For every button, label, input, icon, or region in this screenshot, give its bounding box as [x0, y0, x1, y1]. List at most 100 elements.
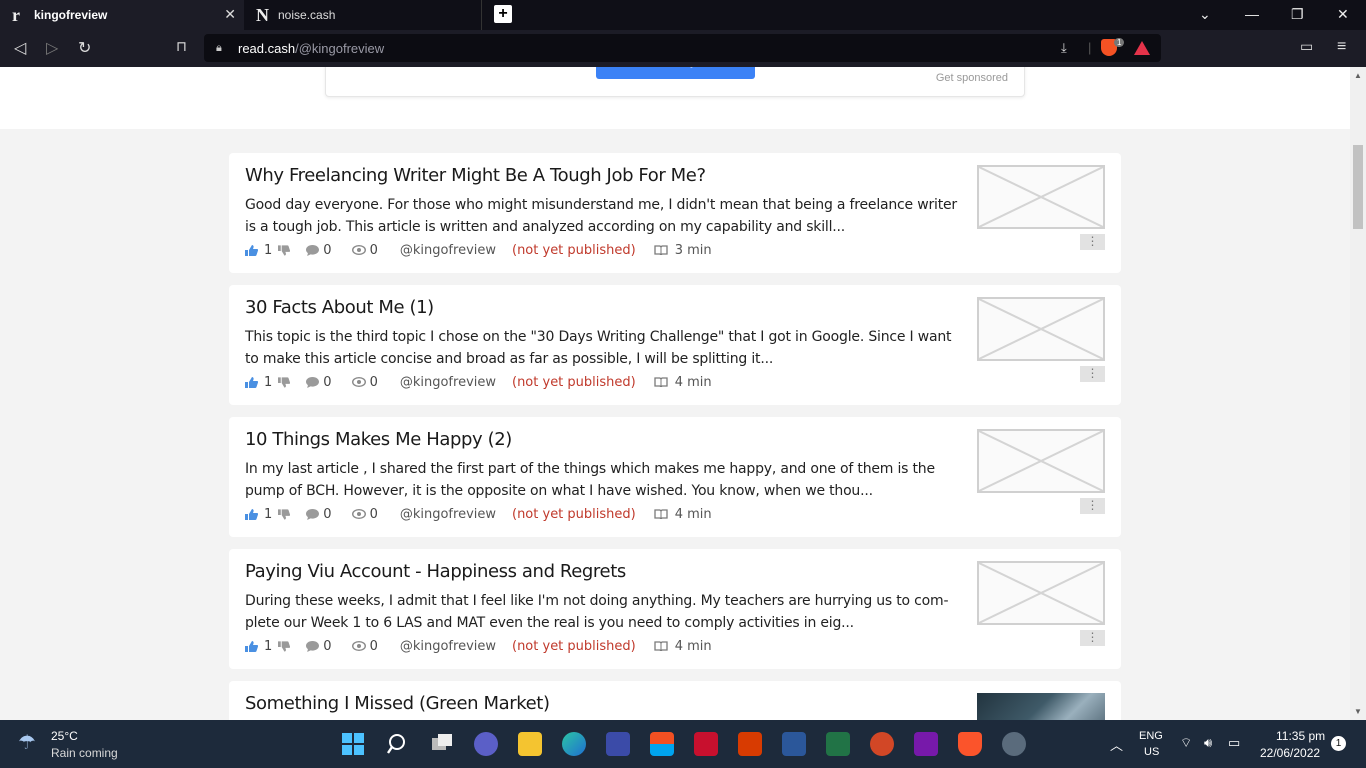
- author-link[interactable]: @kingofreview: [400, 639, 496, 654]
- article-menu-button[interactable]: ⋮: [1080, 498, 1105, 514]
- thumbs-down-icon[interactable]: [278, 244, 291, 256]
- tab-search-chevron-icon[interactable]: ⌄: [1199, 6, 1211, 23]
- tab-title: noise.cash: [278, 8, 336, 22]
- like-count: 1: [264, 638, 273, 654]
- get-sponsored-link[interactable]: Get sponsored: [936, 72, 1008, 84]
- search-icon[interactable]: [386, 732, 410, 756]
- article-menu-button[interactable]: ⋮: [1080, 366, 1105, 382]
- minimize-icon[interactable]: —: [1245, 6, 1259, 22]
- onenote-icon[interactable]: [914, 732, 938, 756]
- thumbs-down-icon[interactable]: [278, 640, 291, 652]
- article-title[interactable]: Why Freelancing Writer Might Be A Tough …: [245, 165, 706, 186]
- photo-app-icon[interactable]: [606, 732, 630, 756]
- teams-chat-icon[interactable]: [474, 732, 498, 756]
- article-meta: 1 0 0 @kingofreview (not yet published) …: [245, 242, 712, 258]
- article-card[interactable]: Something I Missed (Green Market): [229, 681, 1121, 720]
- thumbs-up-icon[interactable]: [245, 244, 258, 256]
- book-icon: [654, 245, 668, 255]
- back-icon[interactable]: ◁: [14, 38, 26, 58]
- article-excerpt: During these weeks, I admit that I feel …: [245, 593, 949, 631]
- close-window-icon[interactable]: ✕: [1337, 6, 1349, 23]
- thumbs-up-icon[interactable]: [245, 508, 258, 520]
- tab-close-icon[interactable]: ✕: [224, 6, 236, 23]
- article-card[interactable]: Paying Viu Account - Happiness and Regre…: [229, 549, 1121, 669]
- clock-date[interactable]: 22/06/2022: [1260, 746, 1320, 760]
- scroll-down-icon[interactable]: ▼: [1354, 707, 1362, 716]
- article-card[interactable]: Why Freelancing Writer Might Be A Tough …: [229, 153, 1121, 273]
- input-region[interactable]: US: [1144, 746, 1159, 758]
- article-title[interactable]: Something I Missed (Green Market): [245, 693, 550, 714]
- file-explorer-icon[interactable]: [518, 732, 542, 756]
- article-title[interactable]: 10 Things Makes Me Happy (2): [245, 429, 512, 450]
- article-card[interactable]: 30 Facts About Me (1) This topic is the …: [229, 285, 1121, 405]
- brave-rewards-icon[interactable]: [1134, 41, 1150, 55]
- address-bar[interactable]: 🔒︎ read.cash/@kingofreview ⤓ | 1: [204, 34, 1161, 62]
- article-excerpt: This topic is the third topic I chose on…: [245, 329, 952, 367]
- input-language[interactable]: ENG: [1139, 730, 1163, 742]
- article-menu-button[interactable]: ⋮: [1080, 630, 1105, 646]
- article-thumbnail[interactable]: [977, 693, 1105, 720]
- umbrella-weather-icon[interactable]: ☂: [18, 730, 36, 755]
- comment-icon[interactable]: [306, 508, 320, 520]
- thumbs-up-icon[interactable]: [245, 640, 258, 652]
- tab-noise-cash[interactable]: N noise.cash: [244, 0, 482, 30]
- battery-icon[interactable]: ▭: [1228, 735, 1240, 751]
- wallet-icon[interactable]: ▭: [1300, 38, 1313, 55]
- comment-icon[interactable]: [306, 244, 320, 256]
- word-icon[interactable]: [782, 732, 806, 756]
- forward-icon[interactable]: ▷: [46, 38, 58, 58]
- article-card[interactable]: 10 Things Makes Me Happy (2) In my last …: [229, 417, 1121, 537]
- microsoft-store-icon[interactable]: [650, 732, 674, 756]
- article-thumbnail[interactable]: [977, 165, 1105, 229]
- weather-description[interactable]: Rain coming: [51, 746, 118, 760]
- author-link[interactable]: @kingofreview: [400, 375, 496, 390]
- scroll-up-icon[interactable]: ▲: [1354, 71, 1362, 80]
- page-content: Become a sponsor Get sponsored Why Freel…: [0, 67, 1350, 720]
- eye-icon: [351, 245, 366, 255]
- article-thumbnail[interactable]: [977, 561, 1105, 625]
- tab-kingofreview[interactable]: r kingofreview ✕: [0, 0, 244, 30]
- article-menu-button[interactable]: ⋮: [1080, 234, 1105, 250]
- become-sponsor-button[interactable]: Become a sponsor: [596, 67, 755, 79]
- windows-taskbar: ☂ 25°C Rain coming ︿ ENG US ⌔ 🔊︎ ▭ 11:35…: [0, 720, 1366, 768]
- menu-icon[interactable]: ≡: [1337, 38, 1346, 56]
- office-icon[interactable]: [738, 732, 762, 756]
- article-thumbnail[interactable]: [977, 297, 1105, 361]
- excel-icon[interactable]: [826, 732, 850, 756]
- volume-icon[interactable]: 🔊︎: [1204, 735, 1212, 751]
- clock-time[interactable]: 11:35 pm: [1276, 729, 1325, 743]
- reload-icon[interactable]: ↻: [78, 38, 91, 58]
- view-count: 0: [369, 638, 378, 654]
- sponsor-card: Become a sponsor Get sponsored: [325, 67, 1025, 97]
- eye-icon: [351, 509, 366, 519]
- thumbs-down-icon[interactable]: [278, 376, 291, 388]
- start-icon[interactable]: [341, 732, 365, 756]
- author-link[interactable]: @kingofreview: [400, 507, 496, 522]
- weather-temperature[interactable]: 25°C: [51, 729, 78, 743]
- new-tab-button[interactable]: +: [494, 5, 512, 23]
- task-view-icon[interactable]: [430, 732, 454, 756]
- settings-gear-icon[interactable]: [1002, 732, 1026, 756]
- install-app-icon[interactable]: ⤓: [1061, 40, 1067, 56]
- eye-icon: [351, 377, 366, 387]
- article-title[interactable]: 30 Facts About Me (1): [245, 297, 434, 318]
- comment-icon[interactable]: [306, 376, 320, 388]
- author-link[interactable]: @kingofreview: [400, 243, 496, 258]
- powerpoint-icon[interactable]: [870, 732, 894, 756]
- article-title[interactable]: Paying Viu Account - Happiness and Regre…: [245, 561, 626, 582]
- restore-icon[interactable]: ❐: [1291, 6, 1304, 23]
- thumbs-up-icon[interactable]: [245, 376, 258, 388]
- mcafee-icon[interactable]: [694, 732, 718, 756]
- show-hidden-icons-chevron-icon[interactable]: ︿: [1110, 735, 1123, 754]
- article-thumbnail[interactable]: [977, 429, 1105, 493]
- bookmark-icon[interactable]: ⊓: [176, 38, 187, 55]
- brave-browser-icon[interactable]: [958, 732, 982, 756]
- page-scrollbar[interactable]: ▲ ▼: [1350, 67, 1366, 720]
- scrollbar-thumb[interactable]: [1353, 145, 1363, 229]
- notification-badge[interactable]: 1: [1331, 736, 1346, 751]
- edge-icon[interactable]: [562, 732, 586, 756]
- thumbs-down-icon[interactable]: [278, 508, 291, 520]
- wifi-icon[interactable]: ⌔: [1180, 735, 1192, 751]
- view-count: 0: [369, 242, 378, 258]
- comment-icon[interactable]: [306, 640, 320, 652]
